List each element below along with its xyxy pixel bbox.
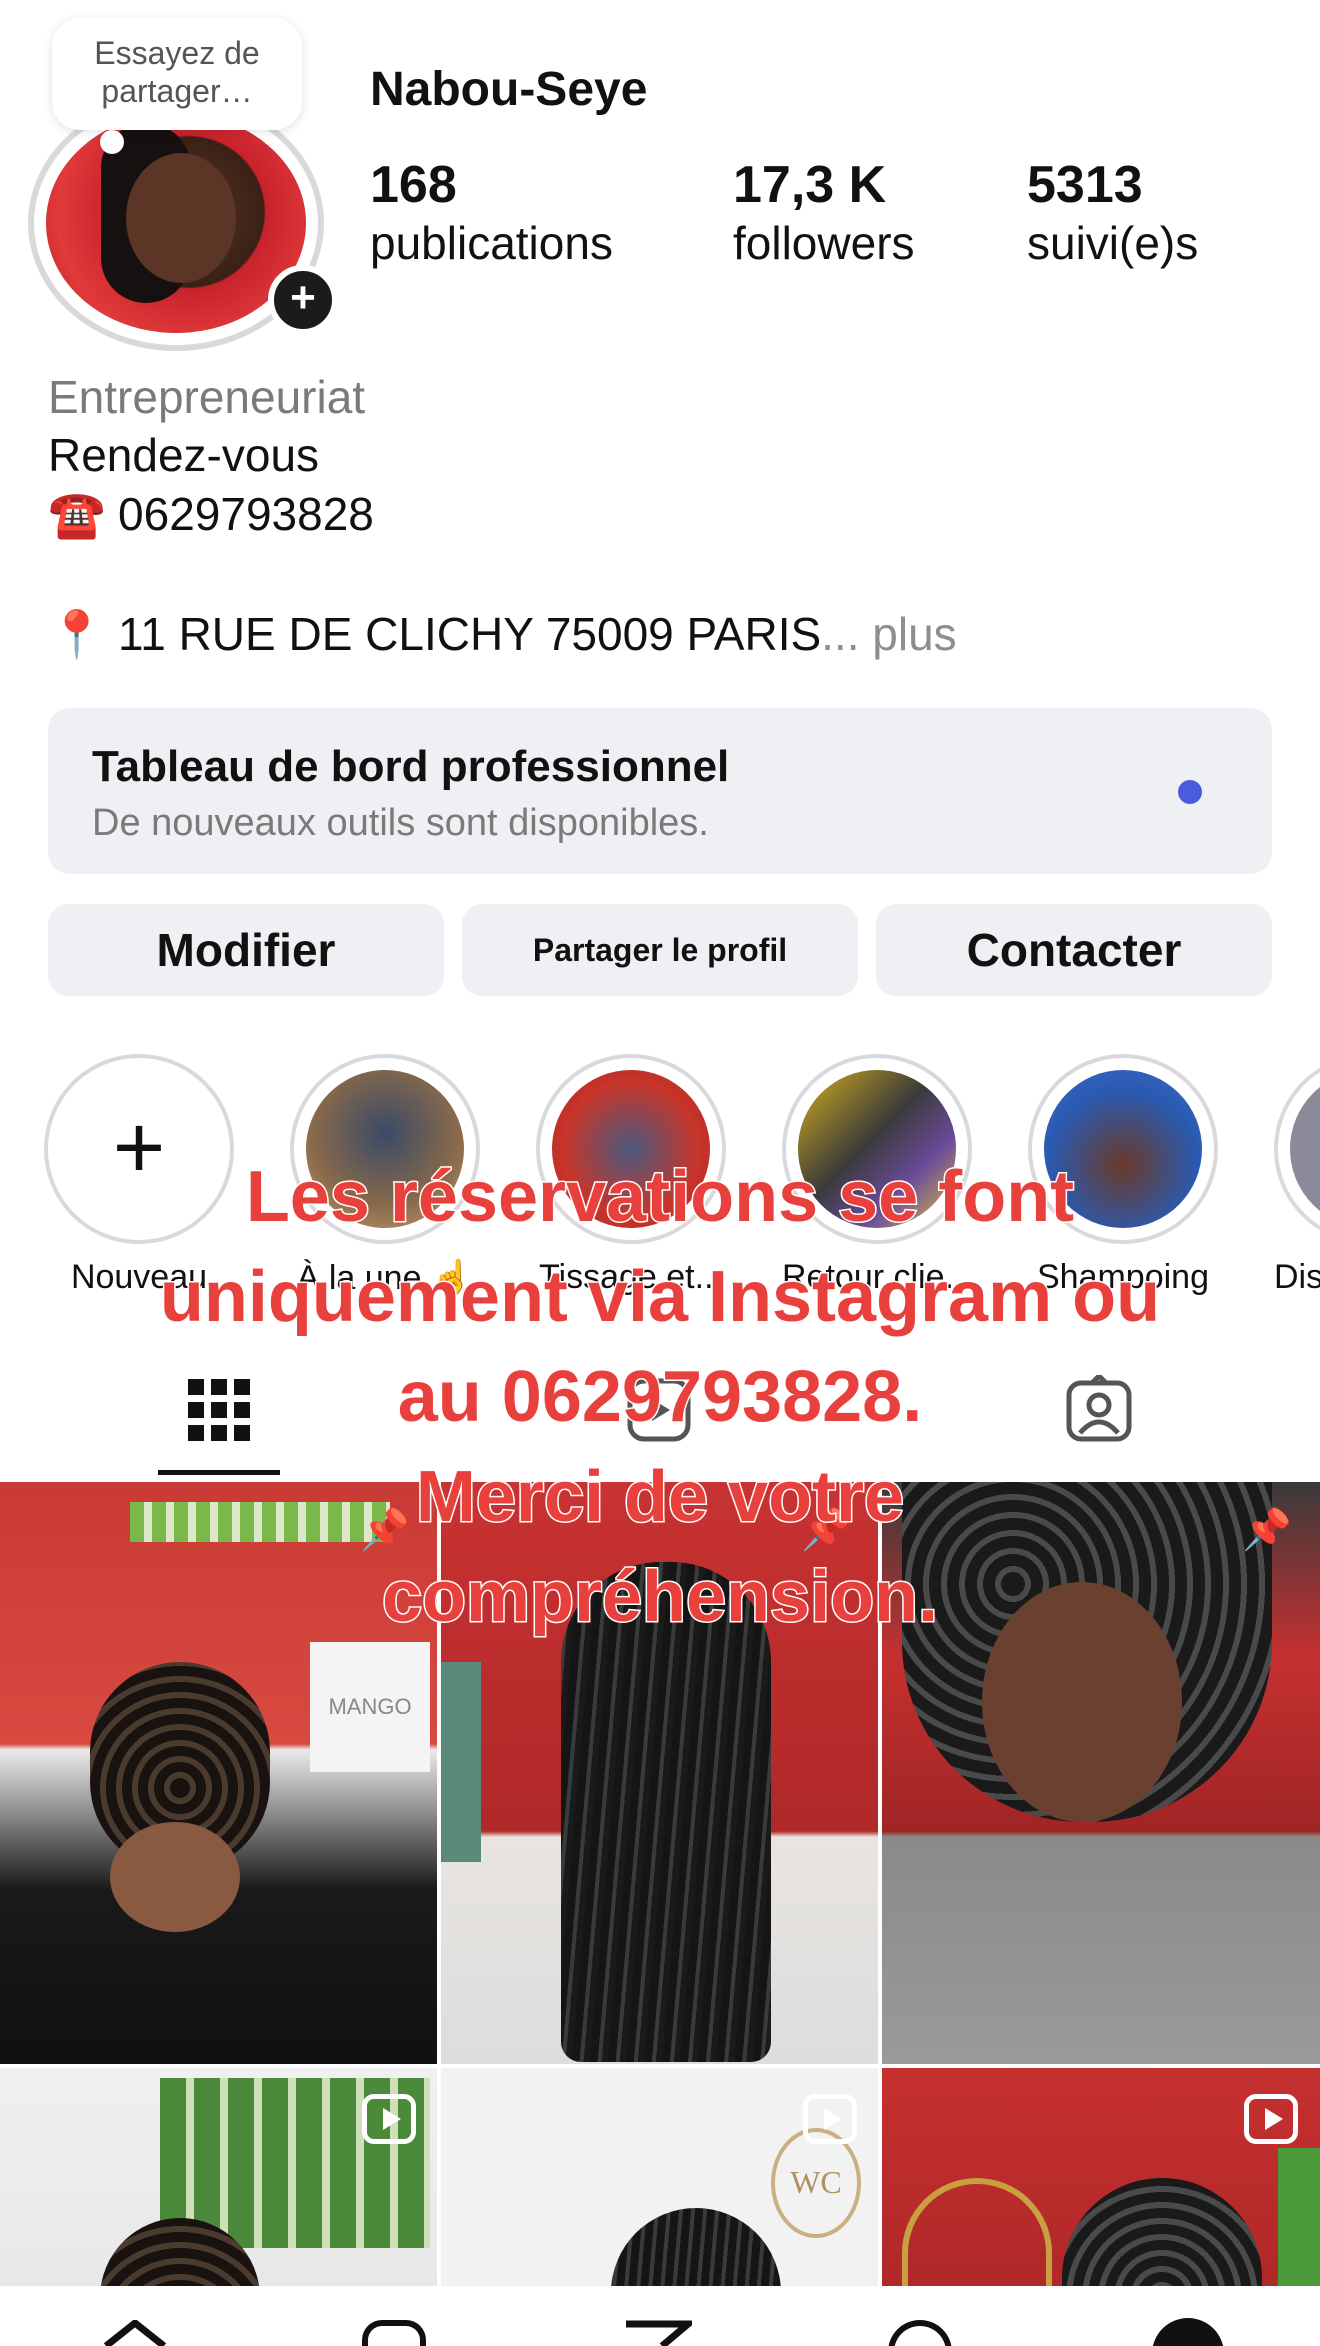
stat-following[interactable]: 5313 suivi(e)s bbox=[1027, 155, 1198, 271]
stat-label: publications bbox=[370, 217, 613, 269]
bio-address: 📍 11 RUE DE CLICHY 75009 PARIS bbox=[48, 608, 822, 660]
product-bottle bbox=[1278, 2148, 1320, 2286]
stat-label: suivi(e)s bbox=[1027, 217, 1199, 269]
send-icon[interactable] bbox=[622, 2320, 692, 2346]
stat-publications[interactable]: 168 publications bbox=[370, 155, 613, 271]
mirror bbox=[902, 2178, 1052, 2286]
search-icon[interactable] bbox=[362, 2320, 426, 2346]
profile-category: Entrepreneuriat bbox=[48, 371, 366, 423]
share-profile-button[interactable]: Partager le profil bbox=[462, 904, 858, 996]
professional-dashboard[interactable]: Tableau de bord professionnel De nouveau… bbox=[48, 708, 1272, 874]
overlay-text-line: Merci de votre bbox=[414, 1456, 905, 1539]
bio-address-row: 📍 11 RUE DE CLICHY 75009 PARIS... plus bbox=[48, 607, 957, 662]
reel-icon bbox=[803, 2094, 857, 2144]
reel-icon bbox=[362, 2094, 416, 2144]
post-thumbnail[interactable] bbox=[882, 2068, 1320, 2286]
bio-more-link[interactable]: ... plus bbox=[821, 608, 957, 660]
dashboard-subtitle: De nouveaux outils sont disponibles. bbox=[92, 802, 709, 844]
home-icon[interactable] bbox=[100, 2320, 170, 2346]
note-tail bbox=[100, 130, 124, 154]
reel-icon bbox=[1244, 2094, 1298, 2144]
braids bbox=[611, 2208, 781, 2286]
stat-label: followers bbox=[733, 217, 915, 269]
avatar-area[interactable]: + bbox=[28, 95, 338, 355]
stat-followers[interactable]: 17,3 K followers bbox=[733, 155, 915, 271]
overlay-text-line: Les réservations se font bbox=[244, 1156, 1075, 1239]
edit-profile-button[interactable]: Modifier bbox=[48, 904, 444, 996]
overlay-text-line: au 0629793828. bbox=[396, 1356, 923, 1439]
username: Nabou-Seye bbox=[370, 63, 648, 116]
stat-value: 5313 bbox=[1027, 156, 1143, 214]
overlay-text-line: uniquement via Instagram ou bbox=[158, 1256, 1161, 1339]
avatar-face bbox=[126, 153, 236, 283]
post-thumbnail[interactable]: WC bbox=[441, 2068, 878, 2286]
stat-value: 17,3 K bbox=[733, 156, 887, 214]
mirror-edge bbox=[441, 1662, 481, 1862]
shopping-bag: MANGO bbox=[310, 1642, 430, 1772]
face bbox=[110, 1822, 240, 1932]
overlay-text-line: compréhension. bbox=[380, 1556, 939, 1639]
note-text: Essayez de partager… bbox=[94, 35, 260, 109]
avatar[interactable] bbox=[46, 113, 306, 333]
note-bubble[interactable]: Essayez de partager… bbox=[52, 18, 302, 130]
contact-button[interactable]: Contacter bbox=[876, 904, 1272, 996]
notification-dot-icon bbox=[1178, 780, 1202, 804]
dashboard-title: Tableau de bord professionnel bbox=[92, 742, 730, 791]
salon-logo: WC bbox=[771, 2128, 861, 2238]
bio-line: Rendez-vous bbox=[48, 429, 320, 481]
bio-phone[interactable]: ☎️ 0629793828 bbox=[48, 487, 374, 542]
add-story-icon[interactable]: + bbox=[268, 265, 338, 335]
stat-value: 168 bbox=[370, 156, 457, 214]
curly-hair bbox=[1062, 2178, 1262, 2286]
post-thumbnail[interactable] bbox=[0, 2068, 437, 2286]
